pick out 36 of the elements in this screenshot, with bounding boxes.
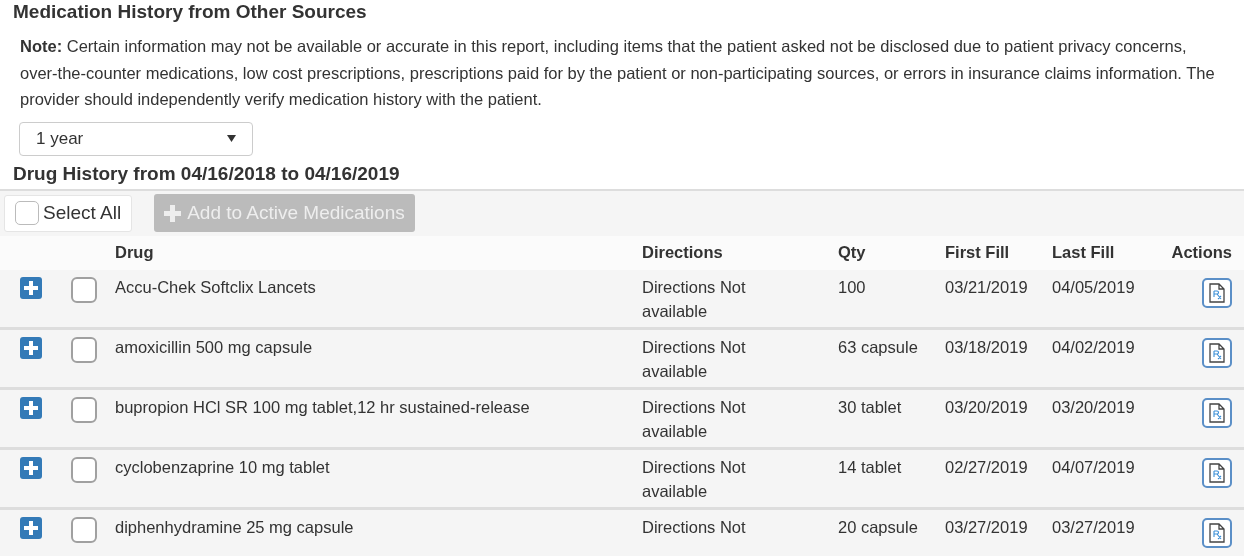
column-header: Drug — [115, 242, 155, 264]
table-cell-text: Directions Not available — [642, 336, 747, 382]
select-all-checkbox[interactable]: Select All — [4, 194, 133, 232]
table-cell-text: 03/18/2019 — [945, 336, 1029, 358]
table-cell-text: 100 — [838, 276, 867, 298]
column-header: Directions — [642, 242, 724, 264]
table-cell-text: 14 tablet — [838, 456, 903, 478]
table-cell-text: Directions Not available — [642, 456, 747, 502]
table-cell-text: 03/27/2019 — [1052, 516, 1136, 538]
table-cell-text: 63 capsule — [838, 336, 919, 358]
table-cell-text: 03/27/2019 — [945, 516, 1029, 538]
table-cell-text: 03/20/2019 — [1052, 396, 1136, 418]
note-text: Note: Certain information may not be available or accurate in this report, including items that the patient asked not be disclosed due to patient privacy concerns, over-the-counter medications, low cost prescriptions, prescriptions paid for by the patient or non-participating sources, or errors in insurance claims information. The provider should independently verify medication history with the patient. — [19, 36, 1216, 110]
section-title: Medication History from Other Sources — [12, 0, 368, 24]
column-header: Qty — [838, 242, 867, 264]
column-header: Last Fill — [1052, 242, 1116, 264]
table-cell-text: cyclobenzaprine 10 mg tablet — [115, 456, 331, 478]
table-cell-text: Directions Not available — [642, 396, 747, 442]
column-header: First Fill — [945, 242, 1011, 264]
table-cell-text: amoxicillin 500 mg capsule — [115, 336, 314, 358]
table-cell-text: 03/21/2019 — [945, 276, 1029, 298]
table-cell-text: 02/27/2019 — [945, 456, 1029, 478]
table-cell-text: Directions Not available — [642, 276, 747, 322]
table-cell-text: 20 capsule — [838, 516, 919, 538]
column-header: Actions — [1171, 242, 1233, 264]
table-cell-text: 04/02/2019 — [1052, 336, 1136, 358]
table-cell-text: Accu-Chek Softclix Lancets — [115, 276, 317, 298]
table-cell-text: 03/20/2019 — [945, 396, 1029, 418]
table-cell-text: 04/05/2019 — [1052, 276, 1136, 298]
history-heading: Drug History from 04/16/2018 to 04/16/2019 — [12, 161, 401, 186]
period-dropdown[interactable]: 1 year — [19, 121, 253, 156]
table-cell-text: 04/07/2019 — [1052, 456, 1136, 478]
table-cell-text: 30 tablet — [838, 396, 903, 418]
table-cell-text: diphenhydramine 25 mg capsule — [115, 516, 355, 538]
table-cell-text: bupropion HCl SR 100 mg tablet,12 hr sustained-release — [115, 396, 531, 418]
table-cell-text: Directions Not — [642, 516, 747, 538]
